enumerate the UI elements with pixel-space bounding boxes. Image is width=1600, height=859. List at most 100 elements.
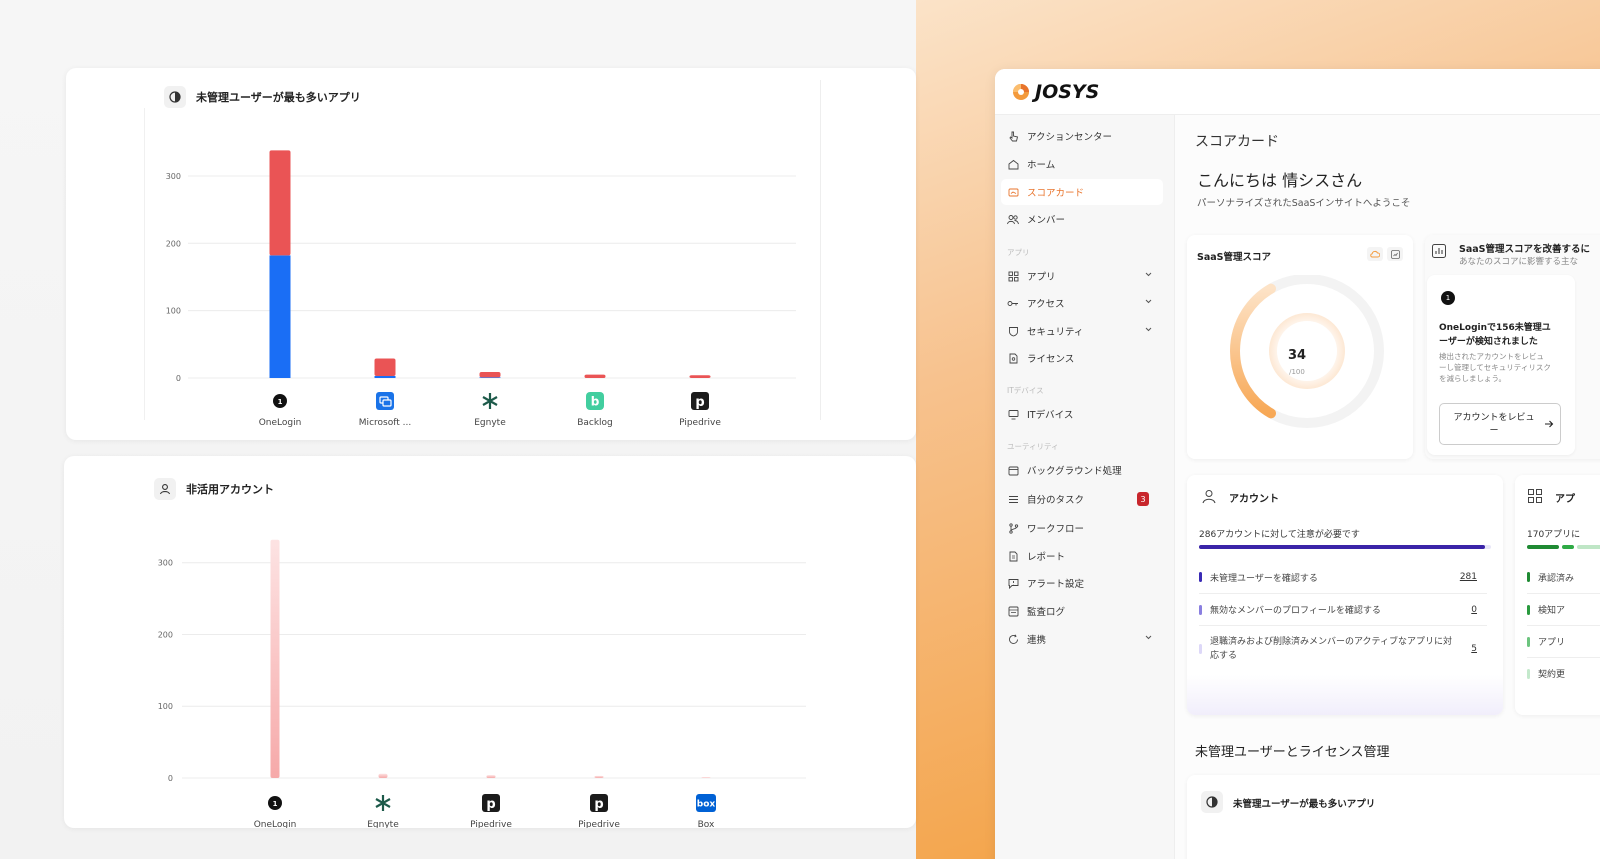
row-label: 未管理ユーザーを確認する bbox=[1210, 573, 1318, 584]
bar-segment bbox=[374, 375, 396, 378]
sidebar-item-label: アクションセンター bbox=[1027, 132, 1113, 143]
chevron-down-icon[interactable] bbox=[1144, 297, 1153, 306]
sidebar-item-background-jobs[interactable]: バックグラウンド処理 bbox=[1001, 457, 1163, 483]
arrow-right-icon bbox=[1545, 420, 1554, 428]
score-max: /100 bbox=[1289, 368, 1305, 376]
sidebar-item-label: 連携 bbox=[1027, 635, 1047, 646]
x-tick-label: Egnyte bbox=[474, 418, 506, 428]
sidebar-item-label: メンバー bbox=[1027, 215, 1066, 226]
chevron-down-icon[interactable] bbox=[1144, 633, 1153, 642]
sidebar-item-label: 自分のタスク bbox=[1027, 495, 1085, 506]
row-label: アプリ bbox=[1538, 638, 1566, 648]
contrast-icon bbox=[1201, 791, 1223, 813]
sidebar-item-label: バックグラウンド処理 bbox=[1027, 466, 1122, 477]
branch-icon bbox=[1007, 522, 1019, 534]
sidebar-item-label: アクセス bbox=[1027, 299, 1065, 310]
apps-row[interactable]: 承認済み bbox=[1527, 561, 1600, 593]
row-value-link[interactable]: 5 bbox=[1471, 644, 1477, 654]
bar-segment bbox=[269, 150, 291, 256]
y-tick-label: 200 bbox=[158, 630, 173, 639]
sidebar-item-action-center[interactable]: アクションセンター bbox=[1001, 123, 1163, 149]
bar-segment bbox=[689, 375, 711, 378]
improve-item-card: 1 OneLoginで156未管理ユーザーが検知されました 検出されたアカウント… bbox=[1427, 275, 1575, 455]
y-tick-label: 100 bbox=[158, 702, 173, 711]
sidebar-item-my-tasks[interactable]: 自分のタスク 3 bbox=[1001, 486, 1163, 512]
bar-chart-icon bbox=[1432, 244, 1446, 258]
list-icon bbox=[1007, 493, 1019, 505]
nav-section-devices: ITデバイス bbox=[1007, 386, 1044, 395]
chevron-down-icon[interactable] bbox=[1144, 325, 1153, 334]
sidebar-item-members[interactable]: メンバー bbox=[1001, 206, 1163, 232]
key-icon bbox=[1007, 297, 1019, 309]
sidebar-item-license[interactable]: ライセンス bbox=[1001, 345, 1163, 371]
chart-icon[interactable] bbox=[1387, 247, 1403, 261]
row-indicator bbox=[1199, 643, 1202, 654]
main-content: スコアカード こんにちは 情シスさん パーソナライズされたSaaSインサイトへよ… bbox=[1175, 115, 1600, 859]
score-card-actions bbox=[1367, 247, 1403, 261]
onelogin-logo-icon: 1 bbox=[268, 796, 282, 810]
bar-segment bbox=[479, 377, 501, 378]
sidebar-item-it-devices[interactable]: ITデバイス bbox=[1001, 401, 1163, 427]
x-tick-label: Pipedrive bbox=[578, 820, 620, 828]
account-row-departed-members[interactable]: 退職済みおよび削除済みメンバーのアクティブなアプリに対応する 5 bbox=[1199, 625, 1487, 671]
sidebar-item-audit-log[interactable]: 監査ログ bbox=[1001, 598, 1163, 624]
apps-row[interactable]: 検知ア bbox=[1527, 593, 1600, 625]
chevron-down-icon[interactable] bbox=[1144, 270, 1153, 279]
shield-icon bbox=[1007, 325, 1019, 337]
josys-logo-icon bbox=[1013, 83, 1029, 100]
account-row-unmanaged[interactable]: 未管理ユーザーを確認する 281 bbox=[1199, 561, 1487, 593]
improve-item-description: 検出されたアカウントをレビューし管理してセキュリティリスクを減らしましょう。 bbox=[1439, 352, 1551, 383]
page-title: スコアカード bbox=[1195, 134, 1279, 150]
egnyte-logo-icon bbox=[375, 795, 391, 811]
accounts-card: アカウント 286アカウントに対して注意が必要です 未管理ユーザーを確認する 2… bbox=[1187, 475, 1503, 715]
y-tick-label: 300 bbox=[158, 559, 173, 568]
sidebar-item-scorecard[interactable]: スコアカード bbox=[1001, 179, 1163, 205]
account-row-disabled-members[interactable]: 無効なメンバーのプロフィールを確認する 0 bbox=[1199, 593, 1487, 625]
x-tick-label: Egnyte bbox=[367, 820, 399, 828]
calendar-icon bbox=[1007, 464, 1019, 476]
accounts-summary: 286アカウントに対して注意が必要です bbox=[1199, 530, 1360, 540]
row-value-link[interactable]: 281 bbox=[1460, 572, 1477, 582]
license-icon bbox=[1007, 352, 1019, 364]
cloud-icon[interactable] bbox=[1367, 247, 1383, 261]
x-tick-label: Box bbox=[698, 820, 715, 828]
row-label: 検知ア bbox=[1538, 606, 1566, 616]
bar-segment bbox=[584, 374, 606, 378]
review-button-label: アカウントをレビュー bbox=[1453, 413, 1535, 436]
sidebar-item-label: ワークフロー bbox=[1027, 524, 1085, 535]
apps-card: アプ 170アプリに 承認済み 検知ア アプリ 契約更 bbox=[1515, 475, 1600, 715]
row-label: 契約更 bbox=[1538, 670, 1566, 680]
sidebar-item-integrations[interactable]: 連携 bbox=[1001, 626, 1163, 652]
alert-icon bbox=[1007, 577, 1019, 589]
apps-row[interactable]: アプリ bbox=[1527, 625, 1600, 657]
review-accounts-button[interactable]: アカウントをレビュー bbox=[1439, 403, 1561, 445]
sidebar-item-security[interactable]: セキュリティ bbox=[1001, 318, 1163, 344]
svg-text:b: b bbox=[591, 395, 600, 409]
greeting: こんにちは 情シスさん bbox=[1197, 171, 1363, 190]
sidebar-item-alert-settings[interactable]: アラート設定 bbox=[1001, 570, 1163, 596]
sidebar-item-home[interactable]: ホーム bbox=[1001, 151, 1163, 177]
unmanaged-users-chart-card: 未管理ユーザーが最も多いアプリ 0 100 200 300 1 OneLogin Micro… bbox=[66, 68, 916, 440]
logo-text: JOSYS bbox=[1035, 80, 1100, 103]
card-fade bbox=[1187, 675, 1503, 715]
pipedrive-logo-icon: p bbox=[691, 392, 709, 410]
unmanaged-users-bar-chart: 0 100 200 300 1 OneLogin Microsoft ... Egnyte bB… bbox=[166, 150, 796, 428]
inactive-accounts-chart-card: 非活用アカウント 0 100 200 300 1 OneLogin Egnyte p Piped… bbox=[64, 456, 916, 828]
sidebar-item-label: セキュリティ bbox=[1027, 327, 1084, 338]
sidebar-item-access[interactable]: アクセス bbox=[1001, 290, 1163, 316]
sidebar-item-workflow[interactable]: ワークフロー bbox=[1001, 515, 1163, 541]
apps-row[interactable]: 契約更 bbox=[1527, 657, 1600, 689]
sidebar-item-reports[interactable]: レポート bbox=[1001, 543, 1163, 569]
card-title: 未管理ユーザーが最も多いアプリ bbox=[1233, 799, 1376, 810]
sidebar-item-label: レポート bbox=[1027, 552, 1066, 563]
svg-text:1: 1 bbox=[278, 398, 283, 406]
members-icon bbox=[1007, 213, 1019, 225]
sidebar-item-apps[interactable]: アプリ bbox=[1001, 263, 1163, 289]
sidebar: アクションセンター ホーム スコアカード メンバー アプリ アプリ アクセス セ… bbox=[995, 115, 1175, 859]
bar-segment bbox=[374, 358, 396, 376]
row-value-link[interactable]: 0 bbox=[1471, 605, 1477, 615]
egnyte-logo-icon bbox=[482, 393, 498, 409]
sidebar-item-label: ライセンス bbox=[1027, 354, 1075, 365]
step-number: 1 bbox=[1441, 291, 1455, 305]
josys-logo[interactable]: JOSYS bbox=[1011, 81, 1099, 103]
